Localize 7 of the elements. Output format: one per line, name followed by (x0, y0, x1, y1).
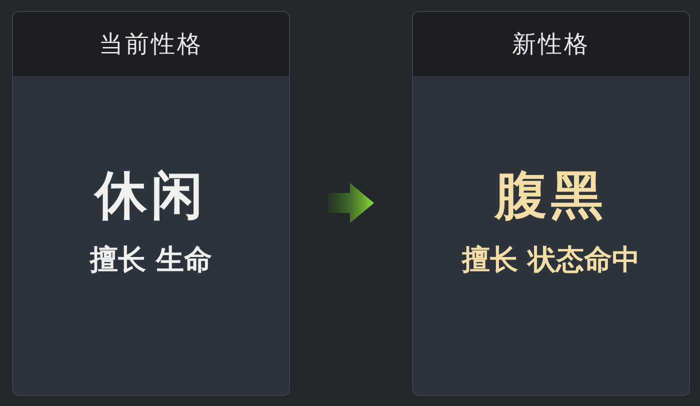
arrow-icon (326, 181, 376, 225)
trait-specialty: 擅长 状态命中 (462, 242, 640, 278)
trait-name: 腹黑 (495, 164, 607, 228)
card-title: 当前性格 (99, 28, 203, 60)
trait-name: 休闲 (95, 164, 207, 228)
trait-specialty: 擅长 生命 (90, 242, 212, 278)
card-title: 新性格 (512, 28, 590, 60)
